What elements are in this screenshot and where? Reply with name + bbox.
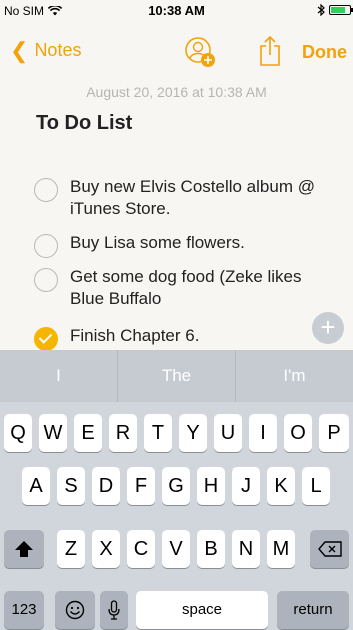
note-date: August 20, 2016 at 10:38 AM [86,84,267,100]
key-z[interactable]: Z [57,530,85,568]
dictation-key[interactable] [100,591,128,629]
key-l[interactable]: L [302,467,330,505]
key-c[interactable]: C [127,530,155,568]
checkbox[interactable] [34,178,58,202]
done-button[interactable]: Done [302,42,347,63]
checklist-item[interactable]: Get some dog food (Zeke likes Blue Buffa… [34,266,340,310]
suggestion[interactable]: The [118,350,236,402]
shift-icon [15,541,33,557]
key-u[interactable]: U [214,414,242,452]
key-o[interactable]: O [284,414,312,452]
key-b[interactable]: B [197,530,225,568]
back-label: Notes [34,40,82,60]
delete-key[interactable] [310,530,349,568]
key-g[interactable]: G [162,467,190,505]
checklist-item-text[interactable]: Buy Lisa some flowers. [70,232,340,254]
key-x[interactable]: X [92,530,120,568]
key-s[interactable]: S [57,467,85,505]
checklist-item-text[interactable]: Buy new Elvis Costello album @ iTunes St… [70,176,340,220]
key-d[interactable]: D [92,467,120,505]
notes-screen: No SIM 10:38 AM ❮ Notes Done August 20, … [0,0,353,630]
checkbox[interactable] [34,234,58,258]
chevron-left-icon: ❮ [10,37,29,63]
nav-bar: ❮ Notes Done [0,30,353,74]
checklist-item[interactable]: Finish Chapter 6. [34,325,340,351]
key-h[interactable]: H [197,467,225,505]
shift-key[interactable] [4,530,44,568]
key-k[interactable]: K [267,467,295,505]
add-people-icon[interactable] [183,36,217,70]
numbers-key[interactable]: 123 [4,591,44,629]
suggestion-bar: I The I'm [0,350,353,402]
space-key[interactable]: space [136,591,268,629]
share-icon[interactable] [258,35,282,67]
key-i[interactable]: I [249,414,277,452]
note-title[interactable]: To Do List [36,112,132,135]
suggestion[interactable]: I'm [236,350,353,402]
back-button[interactable]: ❮ Notes [10,37,82,63]
plus-icon[interactable]: + [312,312,344,344]
key-r[interactable]: R [109,414,137,452]
key-f[interactable]: F [127,467,155,505]
emoji-key[interactable] [55,591,95,629]
key-y[interactable]: Y [179,414,207,452]
checklist-item[interactable]: Buy new Elvis Costello album @ iTunes St… [34,176,340,220]
checkbox[interactable] [34,268,58,292]
key-t[interactable]: T [144,414,172,452]
checkbox-checked[interactable] [34,327,58,351]
key-v[interactable]: V [162,530,190,568]
checklist-item[interactable]: Buy Lisa some flowers. [34,232,340,258]
status-bar: No SIM 10:38 AM [0,0,353,22]
key-p[interactable]: P [319,414,349,452]
key-a[interactable]: A [22,467,50,505]
key-n[interactable]: N [232,530,260,568]
bluetooth-icon [317,4,325,16]
keyboard: I The I'm Q W E R T Y U I O P A S D F G … [0,350,353,630]
return-key[interactable]: return [277,591,349,629]
checklist-item-text[interactable]: Finish Chapter 6. [70,325,340,347]
key-q[interactable]: Q [4,414,32,452]
microphone-icon [108,600,120,620]
delete-icon [317,541,342,557]
suggestion[interactable]: I [0,350,118,402]
key-w[interactable]: W [39,414,67,452]
key-e[interactable]: E [74,414,102,452]
battery-icon [329,5,353,15]
checklist-item-text[interactable]: Get some dog food (Zeke likes Blue Buffa… [70,266,340,310]
clock: 10:38 AM [148,3,205,18]
emoji-icon [65,600,85,620]
key-j[interactable]: J [232,467,260,505]
key-m[interactable]: M [267,530,295,568]
